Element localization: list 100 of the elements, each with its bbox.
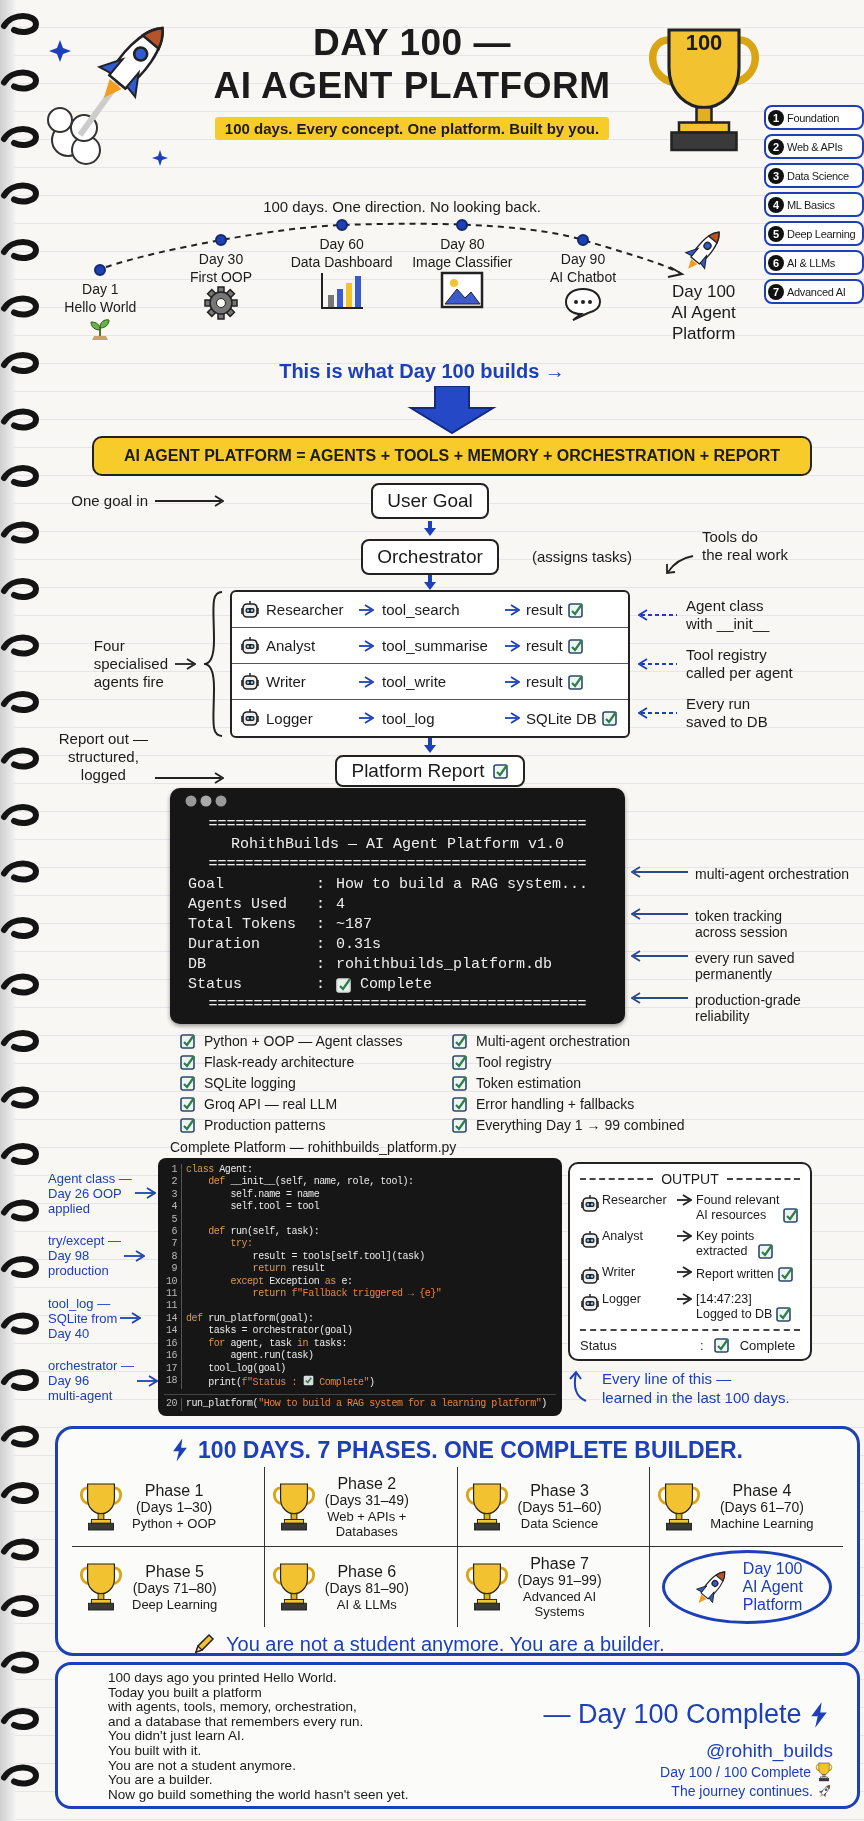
line-number: 4	[164, 1201, 182, 1214]
phase-days: (Days 81–90)	[324, 1579, 409, 1597]
annotation: Tool registry called per agent	[686, 646, 793, 682]
trophy-icon	[463, 1480, 510, 1533]
phase-name: Deep Learning	[787, 227, 856, 240]
trophy-icon	[270, 1561, 317, 1613]
robot-icon	[240, 708, 260, 728]
milestone-day: Day 80	[440, 235, 485, 253]
terminal-rule: ==========================================	[207, 815, 588, 835]
agent-result: Key points extracted	[696, 1229, 755, 1259]
agent-result: [14:47:23] Logged to DB	[696, 1292, 773, 1322]
user-goal-box: User Goal	[371, 483, 489, 519]
robot-icon	[580, 1194, 600, 1214]
code-line: except Exception as e:	[229, 1275, 353, 1288]
code-line: for agent, task in tasks:	[207, 1337, 347, 1350]
journey-text: The journey continues.	[671, 1782, 813, 1800]
phase-title: Phase 1	[144, 1482, 204, 1499]
code-line: def run_platform(goal):	[186, 1312, 314, 1325]
code-line: def run(self, task):	[207, 1226, 320, 1239]
phase-name: Data Science	[787, 169, 849, 182]
agent-name: Logger	[602, 1292, 642, 1307]
line-number: 7	[164, 1238, 182, 1251]
phase-name: Web & APIs	[787, 140, 843, 153]
timeline-dot	[215, 234, 227, 246]
line-number: 2	[164, 1176, 182, 1189]
milestone-day: Day 90	[560, 250, 606, 268]
phase-number: 3	[768, 167, 784, 184]
gear-icon	[204, 286, 238, 320]
milestone-label: Image Classifier	[412, 253, 513, 271]
checklist-item: Groq API — real LLM	[204, 1095, 338, 1112]
field-value: 0.31s	[336, 935, 381, 955]
code-line: run_platform("How to build a RAG system for a learning platform")	[186, 1398, 547, 1411]
trophy-icon	[78, 1561, 124, 1613]
phase-topic: Machine Learning	[710, 1516, 814, 1531]
phase-name: AI & LLMs	[787, 256, 836, 269]
arrow-icon	[504, 603, 520, 616]
phase-days: (Days 31–49)	[324, 1491, 409, 1509]
agent-result: result	[526, 673, 563, 690]
down-arrow-icon	[423, 575, 437, 591]
line-number: 8	[164, 1250, 182, 1264]
robot-icon	[240, 671, 260, 692]
rocket-icon	[817, 1782, 833, 1800]
robot-icon	[580, 1293, 600, 1313]
separator: :	[316, 975, 326, 995]
trophy-label: 100	[684, 30, 724, 56]
title: DAY 100 — AI AGENT PLATFORM	[213, 22, 611, 108]
arrow-icon	[504, 639, 520, 652]
milestone-label: Data Dashboard	[290, 253, 393, 271]
motto: You are not a student anymore. You are a builder.	[226, 1632, 665, 1656]
field-label: Goal	[188, 875, 225, 895]
milestone-label: AI Chatbot	[549, 268, 617, 286]
arrow-icon	[631, 908, 689, 920]
timeline-dot	[577, 234, 589, 246]
line-number: 16	[164, 1350, 182, 1363]
field-value: rohithbuilds_platform.db	[336, 955, 553, 975]
phase-name: ML Basics	[787, 198, 835, 211]
field-label: Total Tokens	[188, 915, 298, 935]
phase-days: (Days 91–99)	[517, 1572, 602, 1589]
separator: :	[316, 875, 326, 895]
builds-caption: This is what Day 100 builds →	[279, 360, 565, 384]
checklist-item: Token estimation	[476, 1074, 582, 1091]
line-number: 14	[164, 1325, 182, 1338]
arrow-icon	[504, 675, 520, 688]
arrow-icon	[154, 772, 224, 784]
phase-name: Advanced AI	[787, 285, 846, 298]
checklist-item: SQLite logging	[204, 1074, 296, 1091]
phase-number: 4	[768, 196, 784, 213]
checklist-item: Everything Day 1 → 99 combined	[476, 1116, 685, 1133]
orchestrator-box: Orchestrator	[361, 539, 499, 575]
robot-icon	[240, 599, 260, 620]
line-number: 9	[164, 1263, 182, 1276]
arrow-icon	[136, 1374, 158, 1387]
phase-title: Phase 2	[337, 1474, 397, 1492]
agent-name: Analyst	[602, 1229, 644, 1244]
phase-topic: Data Science	[520, 1516, 599, 1531]
lightning-icon	[809, 1701, 828, 1728]
field-label: DB	[188, 955, 207, 975]
milestone-day: Day 100	[672, 281, 736, 302]
phase-days: (Days 51–60)	[517, 1499, 602, 1516]
arrow-icon	[638, 608, 678, 621]
phase-number: 2	[768, 138, 784, 155]
trophy-icon	[815, 1762, 833, 1782]
separator: :	[700, 1337, 704, 1353]
robot-icon	[580, 1266, 600, 1286]
phase-name: Foundation	[787, 111, 840, 124]
timeline-dot	[456, 219, 469, 231]
phase-number: 6	[768, 254, 784, 271]
down-arrow-icon	[423, 738, 437, 754]
agent-name: Analyst	[266, 637, 317, 654]
phase-topic: AI & LLMs	[336, 1596, 397, 1612]
phase-number: 1	[768, 109, 784, 126]
timeline-dot	[94, 264, 107, 276]
phase-title: Phase 5	[145, 1562, 204, 1580]
lightning-icon	[172, 1438, 189, 1462]
milestone-day: Day 60	[319, 235, 364, 253]
checklist-item: Python + OOP — Agent classes	[204, 1032, 403, 1049]
phase-topic: Web + APIs + Databases	[327, 1508, 407, 1539]
phase-days: (Days 71–80)	[132, 1579, 217, 1597]
agent-name: Writer	[266, 673, 307, 690]
arrow-icon	[664, 553, 695, 575]
